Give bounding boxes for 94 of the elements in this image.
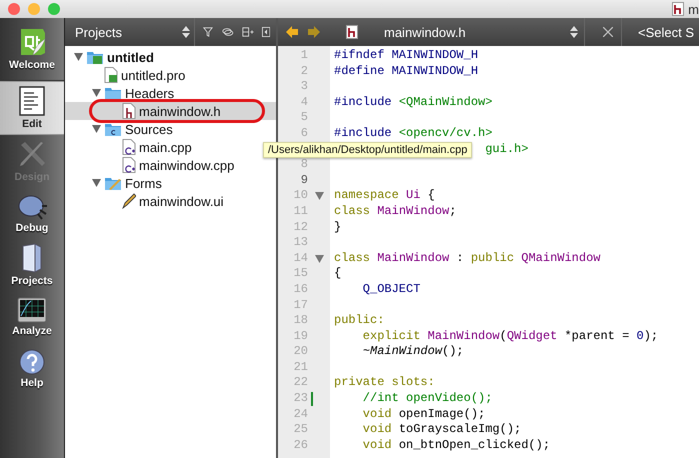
code-line: { [334,266,342,280]
code-line: void on_btnOpen_clicked(); [362,438,550,452]
line-number: 16 [294,282,308,298]
symbol-selector[interactable]: <Select S [632,24,694,40]
open-documents-selector[interactable]: mainwindow.h [346,18,585,46]
project-file-icon [104,67,118,83]
folder-icon [86,49,104,65]
link-icon[interactable] [222,27,234,37]
tree-item[interactable]: main.cpp [65,138,196,156]
line-number: 25 [294,422,308,438]
expanded-arrow-icon[interactable] [74,53,82,61]
tree-item[interactable]: Headers [65,84,178,102]
tree-item[interactable]: mainwindow.cpp [65,156,238,174]
binder-icon [21,243,43,273]
filter-icon[interactable] [202,26,214,38]
pen-icon [122,193,136,209]
line-number: 15 [294,266,308,282]
line-number: 12 [294,220,308,236]
mode-tab[interactable]: Debug [0,187,64,239]
line-number: 3 [300,79,308,95]
line-number: 10 [294,188,308,204]
line-number: 1 [300,48,308,64]
code-line: #include <opencv/cv.h> [334,126,492,140]
close-icon [603,27,613,37]
code-line: void toGrayscaleImg(); [362,422,522,436]
window-title: m [688,2,699,16]
mode-tab[interactable]: Edit [0,81,64,135]
expanded-arrow-icon[interactable] [92,179,100,187]
code-line: class MainWindow : public QMainWindow [334,250,600,265]
tree-item[interactable]: mainwindow.h [65,102,276,120]
close-sidebar-icon[interactable] [262,26,270,38]
line-number: 24 [294,406,308,422]
document-icon [19,86,45,116]
line-number: 2 [300,64,308,80]
split-add-icon[interactable] [242,26,254,38]
folder-icon [104,175,122,191]
line-number: 26 [294,438,308,454]
line-number: 21 [294,360,308,376]
line-number: 13 [294,235,308,251]
up-down-caret-icon [182,26,190,38]
code-line: private slots: [334,375,435,390]
tooltip: /Users/alikhan/Desktop/untitled/main.cpp [263,142,472,158]
tree-item[interactable]: untitled [65,48,158,66]
line-number: 5 [300,110,308,126]
code-line: #define MAINWINDOW_H [334,64,478,78]
code-line: } [334,220,342,234]
fold-arrow-icon[interactable] [315,254,324,263]
folder-icon [104,121,122,137]
header-file-icon [672,2,684,16]
code-line: #include <QMainWindow> [334,94,492,109]
line-number: 9 [300,172,308,188]
line-number: 14 [294,250,308,266]
code-line: class MainWindow; [334,204,456,218]
forward-arrow-icon[interactable] [308,26,320,38]
mode-tab[interactable]: Projects [0,239,64,291]
tree-item[interactable]: untitled.pro [65,66,190,84]
folder-icon [104,85,122,101]
mode-tab[interactable]: Welcome [0,18,64,81]
line-number: 6 [300,126,308,142]
monitor-icon [17,297,47,323]
code-line: ~MainWindow(); [362,344,464,358]
expanded-arrow-icon[interactable] [92,125,100,133]
code-line: explicit MainWindow(QWidget *parent = 0); [362,328,658,343]
line-number: 11 [294,204,308,220]
fold-arrow-icon[interactable] [315,192,324,200]
tree-item[interactable]: mainwindow.ui [65,192,228,210]
mode-tab[interactable]: Analyze [0,291,64,343]
tree-item[interactable]: Sources [65,120,177,138]
code-line: namespace Ui { [334,188,435,202]
code-line: //int openVideo(); [362,391,492,406]
cpp-file-icon [122,139,136,155]
line-number: 19 [294,328,308,344]
tree-item[interactable]: Forms [65,174,166,192]
ruler-pencil-icon [17,139,47,169]
cpp-file-icon [122,157,136,173]
expanded-arrow-icon[interactable] [92,89,100,97]
line-number: 23 [294,391,308,407]
code-line: gui.h> [485,142,528,156]
code-line: #ifndef MAINWINDOW_H [334,48,478,62]
up-down-caret-icon [570,26,578,38]
line-number: 4 [300,94,308,110]
code-line: void openImage(); [362,406,486,421]
help-icon [19,349,45,375]
header-file-icon [122,103,136,119]
line-number: 17 [294,298,308,314]
code-line: Q_OBJECT [362,282,420,296]
line-number: 18 [294,313,308,329]
header-file-icon [346,25,358,39]
line-number: 22 [294,375,308,392]
line-number: 8 [300,157,308,173]
back-arrow-icon[interactable] [286,26,298,38]
code-line: public: [334,313,384,328]
line-number: 20 [294,344,308,360]
mode-tab[interactable]: Help [0,343,64,395]
